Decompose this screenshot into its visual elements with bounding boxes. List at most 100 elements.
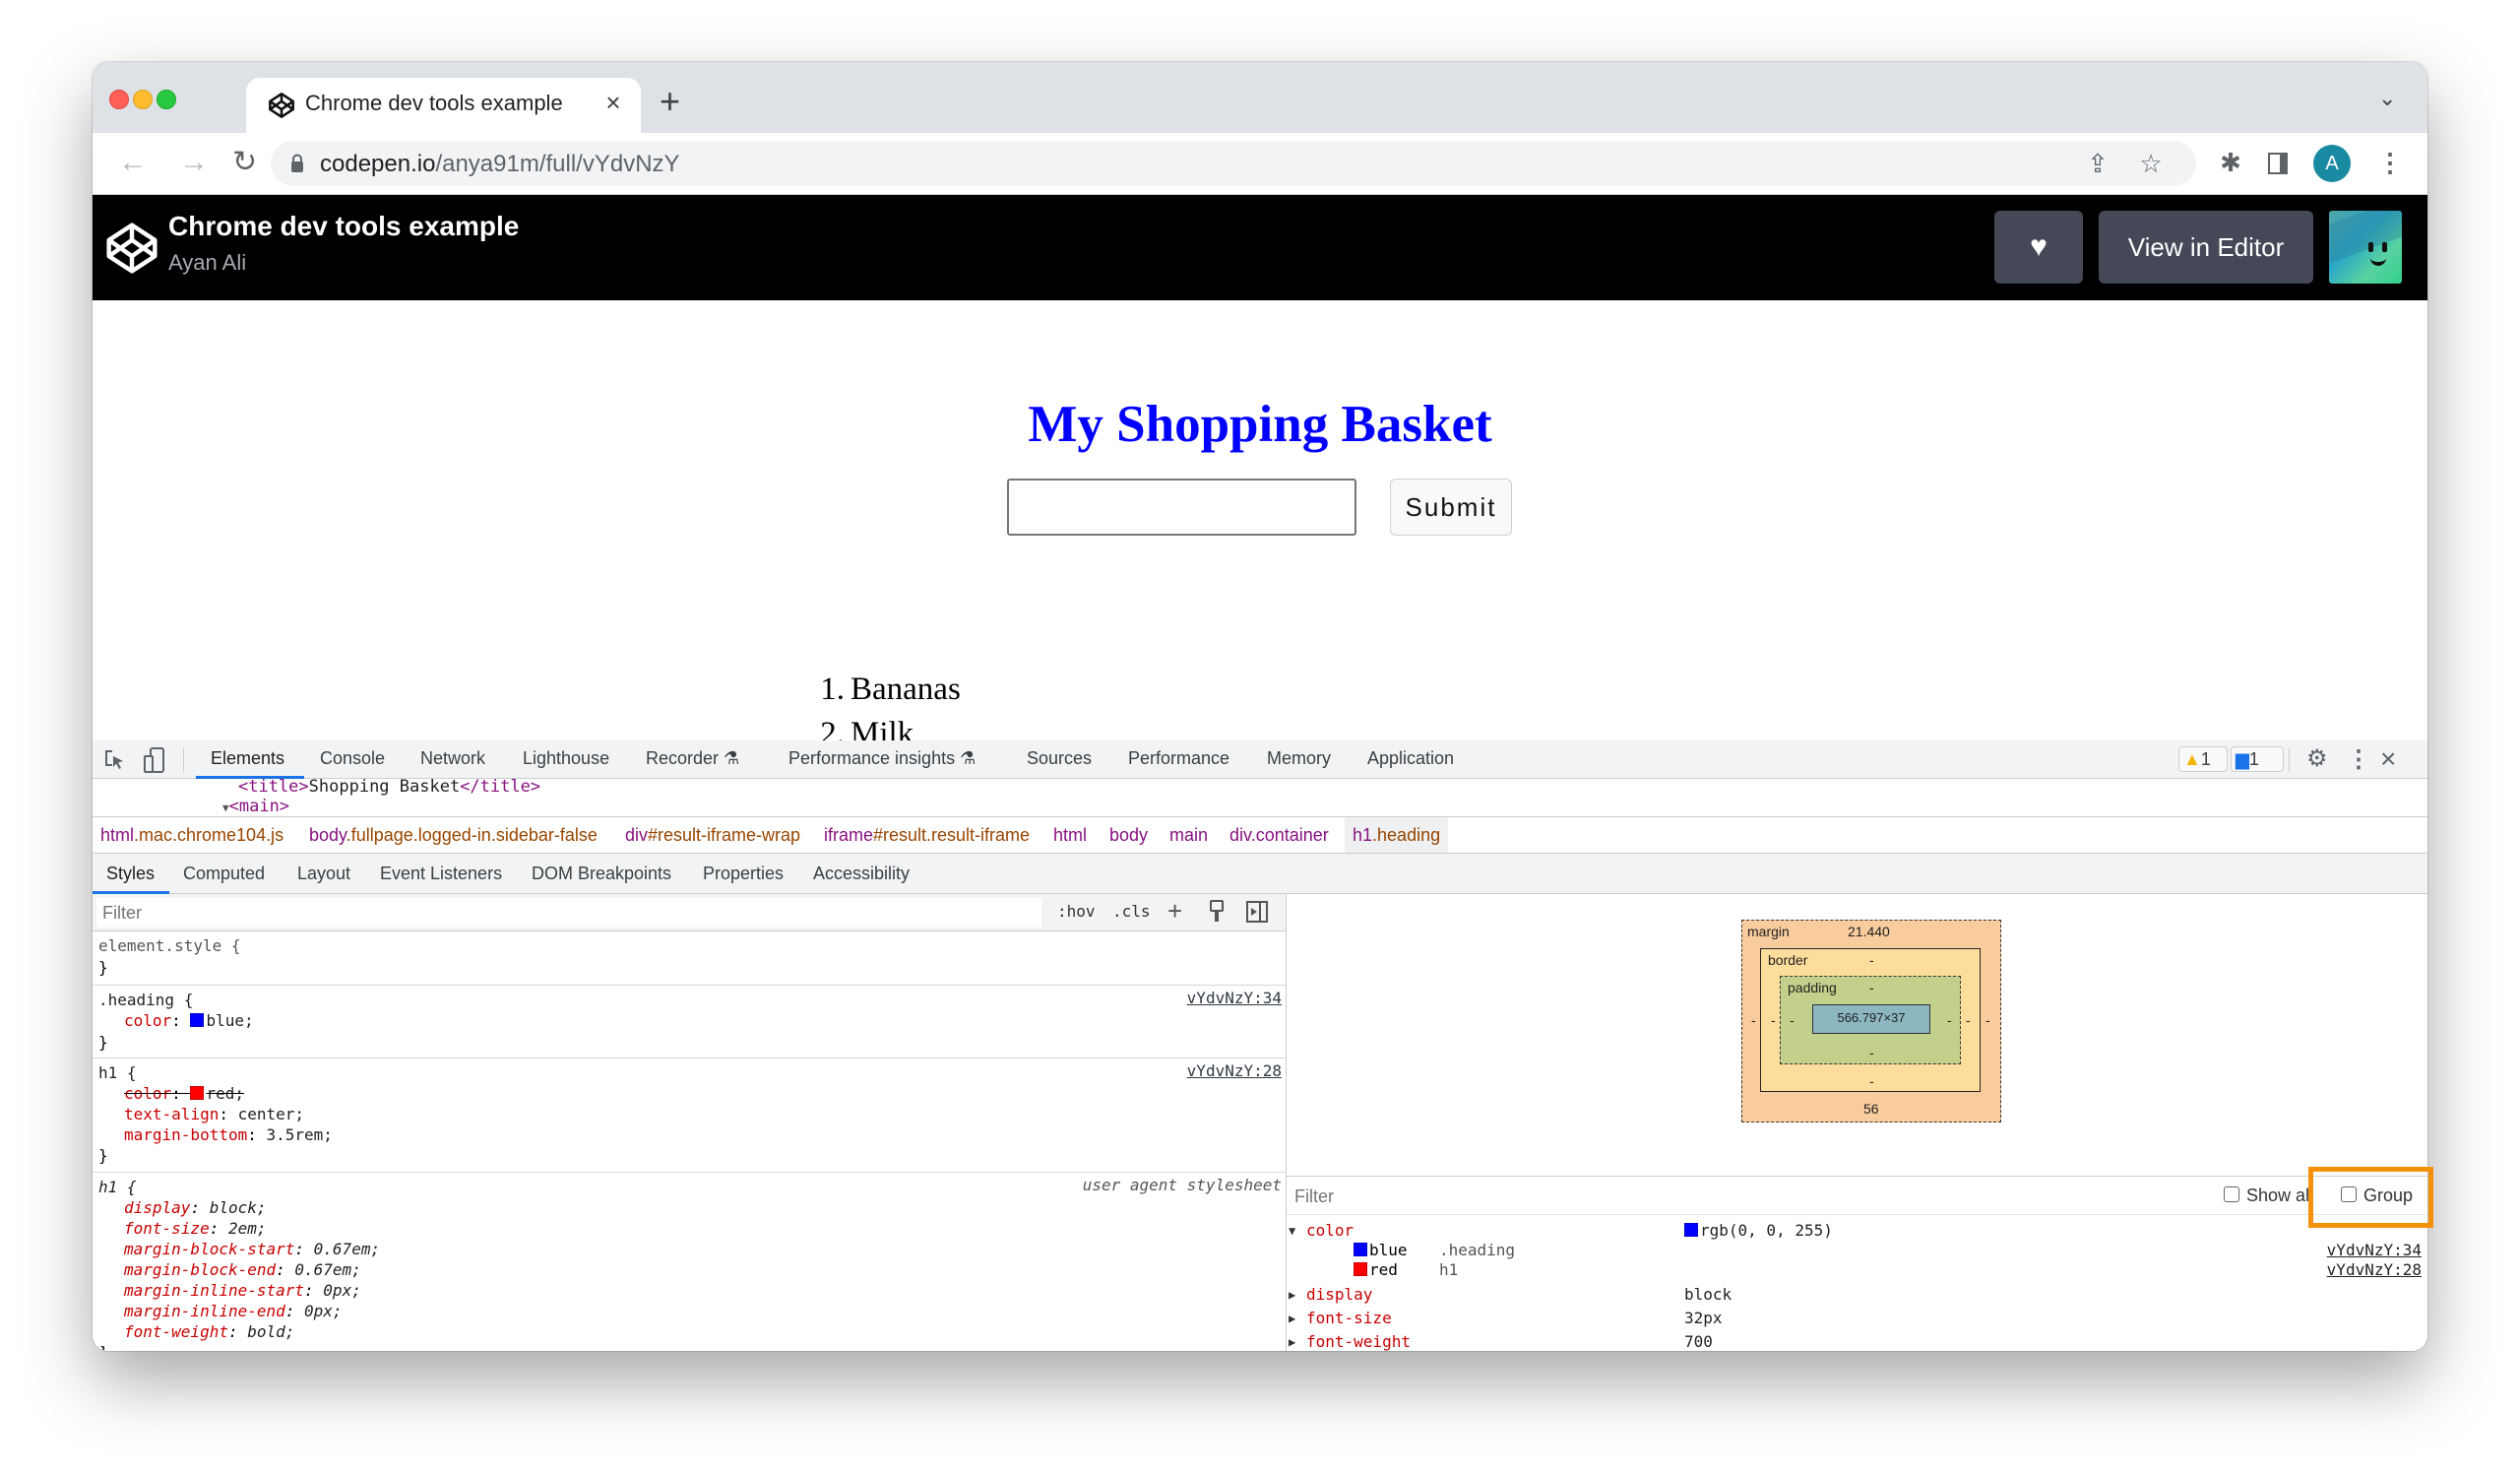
breadcrumb-item[interactable]: body.fullpage.logged-in.sidebar-false (309, 825, 598, 846)
padding-bottom-value[interactable]: - (1869, 1045, 1874, 1060)
toggle-sidebar-icon[interactable] (1246, 901, 1268, 923)
border-bottom-value[interactable]: - (1869, 1073, 1874, 1089)
rule-selector[interactable]: h1 { (98, 1178, 137, 1196)
tab-memory[interactable]: Memory (1267, 748, 1331, 769)
computed-filter-input[interactable] (1291, 1183, 1980, 1210)
submit-button[interactable]: Submit (1390, 479, 1512, 536)
settings-gear-icon[interactable]: ⚙ (2306, 744, 2328, 773)
expand-triangle-icon[interactable]: ▶ (1289, 1335, 1295, 1349)
minimize-window-button[interactable] (133, 90, 153, 109)
margin-left-value[interactable]: - (1751, 1012, 1756, 1028)
tab-recorder[interactable]: Recorder ⚗ (646, 748, 739, 769)
tab-application[interactable]: Application (1367, 748, 1454, 769)
color-swatch[interactable] (1354, 1243, 1367, 1256)
subtab-layout[interactable]: Layout (297, 864, 350, 884)
new-tab-button[interactable]: + (660, 84, 680, 119)
address-bar[interactable]: codepen.io/anya91m/full/vYdvNzY ⇪ ☆ (271, 141, 2196, 186)
tab-search-icon[interactable]: ⌄ (2378, 86, 2396, 111)
maximize-window-button[interactable] (157, 90, 176, 109)
cls-button[interactable]: .cls (1112, 902, 1151, 921)
rule-source-link[interactable]: vYdvNzY:28 (1187, 1061, 1282, 1080)
style-declaration[interactable]: color: blue; (124, 1011, 254, 1030)
expand-triangle-icon[interactable]: ▼ (222, 801, 229, 814)
computed-property-display[interactable]: ▶ display block (1287, 1285, 2427, 1309)
tab-performance[interactable]: Performance (1128, 748, 1229, 769)
tab-performance-insights[interactable]: Performance insights ⚗ (788, 748, 976, 769)
collapse-triangle-icon[interactable]: ▼ (1289, 1224, 1295, 1238)
tab-sources[interactable]: Sources (1027, 748, 1092, 769)
subtab-dom-breakpoints[interactable]: DOM Breakpoints (532, 864, 671, 884)
dom-node-main[interactable]: ▼<main> (222, 797, 289, 816)
warnings-badge[interactable]: ▲1 (2178, 746, 2228, 772)
device-toolbar-icon[interactable] (144, 747, 165, 773)
tab-console[interactable]: Console (320, 748, 385, 769)
rule-selector[interactable]: .heading { (98, 991, 193, 1009)
rule-selector[interactable]: element.style { (98, 936, 241, 955)
content-size-value[interactable]: 566.797×37 (1812, 1010, 1930, 1025)
padding-left-value[interactable]: - (1790, 1012, 1795, 1028)
tab-lighthouse[interactable]: Lighthouse (523, 748, 609, 769)
like-button[interactable]: ♥ (1994, 211, 2083, 284)
item-input[interactable] (1007, 479, 1356, 536)
tab-network[interactable]: Network (420, 748, 485, 769)
margin-bottom-value[interactable]: 56 (1863, 1101, 1879, 1117)
color-swatch[interactable] (190, 1013, 205, 1027)
bookmark-star-icon[interactable]: ☆ (2131, 144, 2171, 183)
browser-tab[interactable]: Chrome dev tools example × (246, 78, 641, 133)
user-avatar[interactable] (2329, 211, 2402, 284)
tab-elements[interactable]: Elements (211, 748, 284, 769)
computed-property-color[interactable]: ▼ color rgb(0, 0, 255) blue .heading red… (1287, 1221, 2427, 1286)
border-left-value[interactable]: - (1771, 1012, 1776, 1028)
computed-trace[interactable]: blue (1354, 1241, 1408, 1259)
dom-node-title[interactable]: <title>Shopping Basket</title> (238, 777, 540, 797)
subtab-styles[interactable]: Styles (106, 864, 155, 884)
margin-right-value[interactable]: - (1985, 1012, 1990, 1028)
rule-selector[interactable]: h1 { (98, 1063, 137, 1082)
pen-author[interactable]: Ayan Ali (168, 250, 246, 276)
breadcrumb-item[interactable]: main (1169, 825, 1208, 846)
computed-property-font-weight[interactable]: ▶ font-weight 700 (1287, 1332, 2427, 1351)
rule-source-link[interactable]: vYdvNzY:34 (1187, 989, 1282, 1007)
hov-button[interactable]: :hov (1057, 902, 1096, 921)
share-icon[interactable]: ⇪ (2078, 144, 2117, 183)
computed-trace[interactable]: red (1354, 1260, 1398, 1279)
breadcrumb-item[interactable]: div.container (1229, 825, 1329, 846)
view-in-editor-button[interactable]: View in Editor (2099, 211, 2313, 284)
subtab-properties[interactable]: Properties (703, 864, 784, 884)
breadcrumb-item[interactable]: div#result-iframe-wrap (625, 825, 800, 846)
styles-filter-input[interactable] (96, 898, 1041, 928)
close-tab-icon[interactable]: × (598, 88, 628, 118)
border-right-value[interactable]: - (1966, 1012, 1971, 1028)
margin-top-value[interactable]: 21.440 (1848, 924, 1890, 939)
subtab-accessibility[interactable]: Accessibility (813, 864, 910, 884)
expand-triangle-icon[interactable]: ▶ (1289, 1288, 1295, 1302)
breadcrumb-item[interactable]: body (1109, 825, 1148, 846)
show-all-label[interactable]: Show all (2246, 1186, 2313, 1206)
padding-top-value[interactable]: - (1869, 980, 1874, 995)
breadcrumb-item[interactable]: html (1053, 825, 1087, 846)
breadcrumb-item-active[interactable]: h1.heading (1345, 817, 1449, 853)
breadcrumb-item[interactable]: iframe#result.result-iframe (824, 825, 1030, 846)
subtab-event-listeners[interactable]: Event Listeners (380, 864, 502, 884)
reload-icon[interactable]: ↻ (232, 145, 257, 180)
profile-avatar[interactable]: A (2313, 145, 2351, 182)
expand-triangle-icon[interactable]: ▶ (1289, 1312, 1295, 1325)
back-icon[interactable]: ← (118, 145, 148, 180)
more-options-icon[interactable]: ⋮ (2347, 745, 2370, 774)
codepen-logo-icon[interactable] (104, 221, 159, 276)
padding-right-value[interactable]: - (1947, 1012, 1952, 1028)
menu-icon[interactable]: ⋮ (2370, 143, 2410, 182)
border-top-value[interactable]: - (1869, 952, 1874, 968)
trace-source-link[interactable]: vYdvNzY:34 (2327, 1241, 2422, 1259)
style-declaration[interactable]: text-align: center; (124, 1105, 304, 1123)
inspect-element-icon[interactable] (104, 749, 126, 771)
computed-property-font-size[interactable]: ▶ font-size 32px (1287, 1309, 2427, 1332)
extensions-icon[interactable]: ✱ (2211, 143, 2250, 182)
close-window-button[interactable] (109, 90, 129, 109)
forward-icon[interactable]: → (179, 145, 209, 180)
paint-brush-icon[interactable] (1209, 900, 1225, 924)
color-swatch[interactable] (1354, 1262, 1367, 1276)
style-declaration[interactable]: margin-bottom: 3.5rem; (124, 1125, 333, 1144)
url-text[interactable]: codepen.io/anya91m/full/vYdvNzY (320, 151, 680, 178)
side-panel-icon[interactable] (2268, 153, 2288, 174)
